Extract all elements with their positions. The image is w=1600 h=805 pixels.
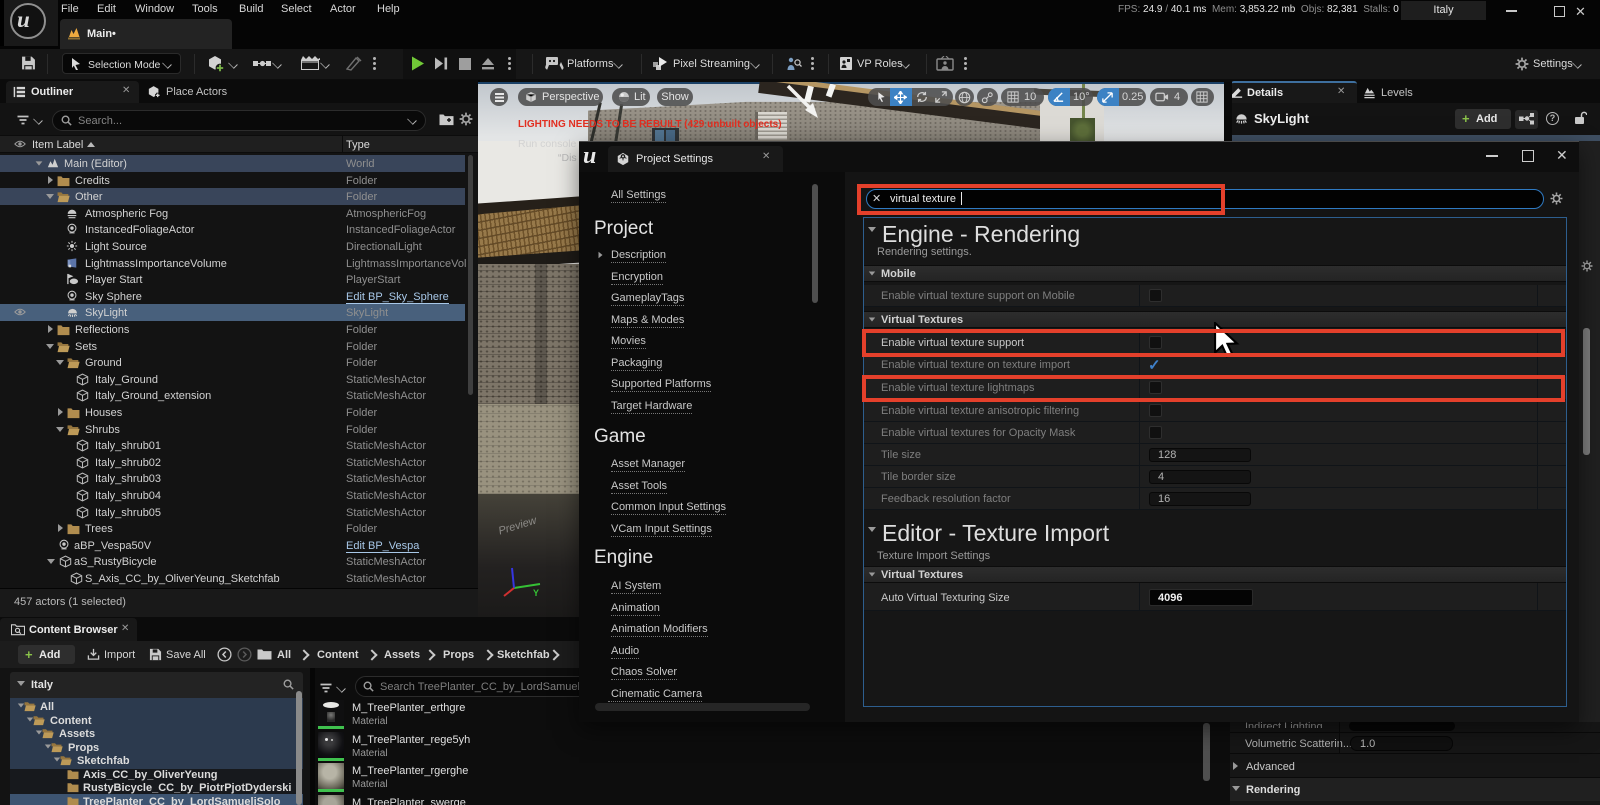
svg-text:Y: Y [533,588,539,598]
